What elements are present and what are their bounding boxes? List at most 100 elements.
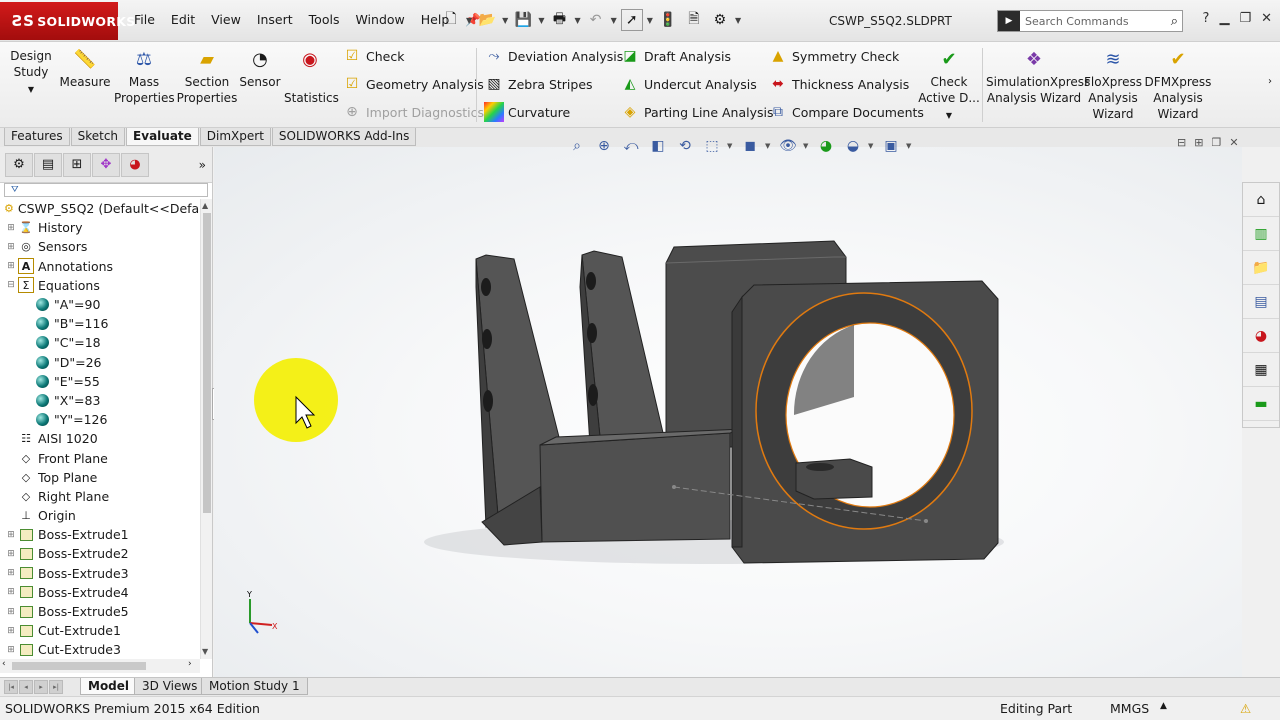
scroll-up-icon[interactable]: ▲	[202, 201, 208, 210]
search-commands-field[interactable]: ▶ Search Commands ⌕	[997, 10, 1183, 32]
tree-horizontal-scrollbar[interactable]: ‹ ›	[0, 659, 200, 673]
tab-evaluate[interactable]: Evaluate	[126, 128, 199, 146]
last-tab-icon[interactable]: ▸|	[49, 680, 63, 694]
statistics-button[interactable]: ◉ Statistics	[284, 48, 339, 106]
expand-tabs-icon[interactable]: »	[199, 158, 206, 172]
solidworks-logo[interactable]: ƧS SOLIDWORKS	[0, 2, 135, 40]
section-properties-button[interactable]: ▰ Section Properties	[176, 48, 238, 106]
compare-documents-button[interactable]: ⧉ Compare Documents	[768, 102, 924, 122]
tree-item-origin[interactable]: ⊥ Origin	[0, 506, 200, 525]
prev-tab-icon[interactable]: ◂	[19, 680, 33, 694]
import-diagnostics-button[interactable]: ⊕ Import Diagnostics	[342, 102, 484, 122]
first-tab-icon[interactable]: |◂	[4, 680, 18, 694]
scroll-down-icon[interactable]: ▼	[202, 647, 208, 656]
menu-window[interactable]: Window	[347, 12, 412, 28]
tree-root[interactable]: ⚙CSWP_S5Q2 (Default<<Default>	[0, 199, 200, 218]
sensor-button[interactable]: ◔ Sensor	[239, 48, 281, 90]
zoom-to-fit-icon[interactable]: ⌕	[565, 136, 589, 156]
tree-item-equation[interactable]: "C"=18	[0, 333, 200, 352]
expand-icon[interactable]: ⊞	[6, 223, 16, 233]
search-icon[interactable]: ⌕	[1171, 14, 1178, 29]
apply-scene-icon[interactable]: ◒	[841, 136, 865, 156]
select-arrow-icon[interactable]: ➚	[620, 9, 643, 31]
expand-icon[interactable]: ⊞	[6, 261, 16, 271]
options-icon[interactable]: ⚙	[709, 9, 731, 31]
next-tab-icon[interactable]: ▸	[34, 680, 48, 694]
menu-tools[interactable]: Tools	[301, 12, 348, 28]
dfmxpress-button[interactable]: ✔ DFMXpress Analysis Wizard	[1144, 48, 1212, 122]
dimxpertmanager-tab-icon[interactable]: ✥	[92, 152, 120, 177]
floxpress-button[interactable]: ≋ FloXpress Analysis Wizard	[1084, 48, 1142, 122]
measure-button[interactable]: 📏 Measure	[58, 48, 112, 90]
expand-icon[interactable]: ⊞	[6, 549, 16, 559]
tree-item-boss-extrude5[interactable]: ⊞ Boss-Extrude5	[0, 602, 200, 621]
print-icon[interactable]: 🖶	[548, 9, 570, 31]
check-button[interactable]: ☑ Check	[342, 46, 405, 66]
expand-icon[interactable]: ⊞	[6, 587, 16, 597]
check-active-document-button[interactable]: ✔ Check Active D... ▼	[918, 48, 980, 124]
undo-icon[interactable]: ↶	[585, 9, 607, 31]
tab-features[interactable]: Features	[4, 128, 70, 146]
tab-solidworks-add-ins[interactable]: SOLIDWORKS Add-Ins	[271, 128, 417, 146]
tree-item-history[interactable]: ⊞ ⌛ History	[0, 218, 200, 237]
hide-show-items-icon[interactable]: 👁	[776, 136, 800, 156]
tree-item-boss-extrude2[interactable]: ⊞ Boss-Extrude2	[0, 544, 200, 563]
file-properties-icon[interactable]: 🗎	[683, 9, 705, 31]
ribbon-scroll-right-icon[interactable]: ›	[1268, 76, 1272, 87]
tree-item-cut-extrude1[interactable]: ⊞ Cut-Extrude1	[0, 621, 200, 640]
zebra-stripes-button[interactable]: ▧ Zebra Stripes	[484, 74, 592, 94]
featuremanager-tab-icon[interactable]: ⚙	[5, 152, 33, 177]
propertymanager-tab-icon[interactable]: ▤	[34, 152, 62, 177]
open-folder-icon[interactable]: 📂	[476, 9, 498, 31]
design-library-icon[interactable]: ▥	[1243, 217, 1279, 251]
scroll-right-icon[interactable]: ›	[188, 659, 192, 669]
solidworks-forum-icon[interactable]: ▬	[1243, 387, 1279, 421]
custom-properties-icon[interactable]: ▦	[1243, 353, 1279, 387]
dynamic-annotation-icon[interactable]: ⟲	[673, 136, 697, 156]
tab-3d-views[interactable]: 3D Views	[134, 678, 206, 695]
tab-motion-study-1[interactable]: Motion Study 1	[201, 678, 308, 695]
collapse-icon[interactable]: ⊟	[6, 280, 16, 290]
tree-item-equation[interactable]: "Y"=126	[0, 410, 200, 429]
geometry-analysis-button[interactable]: ☑ Geometry Analysis	[342, 74, 484, 94]
expand-icon[interactable]: ⊞	[6, 626, 16, 636]
viewport-close-icon[interactable]: ✕	[1229, 136, 1238, 149]
rebuild-icon[interactable]: 🚦	[657, 9, 679, 31]
part-model-view[interactable]: Y X	[214, 147, 1242, 677]
configurationmanager-tab-icon[interactable]: ⊞	[63, 152, 91, 177]
tree-item-equation[interactable]: "A"=90	[0, 295, 200, 314]
tree-item-equation[interactable]: "B"=116	[0, 314, 200, 333]
close-button[interactable]: ✕	[1261, 11, 1272, 26]
help-icon[interactable]: ?	[1203, 11, 1210, 26]
tab-sketch[interactable]: Sketch	[70, 128, 126, 146]
solidworks-resources-icon[interactable]: ⌂	[1243, 183, 1279, 217]
graphics-area[interactable]: Y X	[214, 147, 1242, 677]
tree-item-boss-extrude1[interactable]: ⊞ Boss-Extrude1	[0, 525, 200, 544]
edit-appearance-icon[interactable]: ◕	[814, 136, 838, 156]
simulationxpress-button[interactable]: ❖ SimulationXpress Analysis Wizard	[986, 48, 1090, 106]
viewport-tile-icon[interactable]: ⊞	[1194, 136, 1203, 149]
draft-analysis-button[interactable]: ◪ Draft Analysis	[620, 46, 731, 66]
tree-item-cut-extrude3[interactable]: ⊞ Cut-Extrude3	[0, 640, 200, 657]
thickness-analysis-button[interactable]: ⬌ Thickness Analysis	[768, 74, 909, 94]
tree-item-equation[interactable]: "X"=83	[0, 391, 200, 410]
tree-item-equation[interactable]: "D"=26	[0, 353, 200, 372]
undercut-analysis-button[interactable]: ◭ Undercut Analysis	[620, 74, 757, 94]
tab-model[interactable]: Model	[80, 678, 138, 695]
menu-edit[interactable]: Edit	[163, 12, 203, 28]
tree-item-top-plane[interactable]: ◇ Top Plane	[0, 468, 200, 487]
viewport-restore-icon[interactable]: ❐	[1211, 136, 1221, 149]
section-view-icon[interactable]: ◧	[646, 136, 670, 156]
curvature-button[interactable]: Curvature	[484, 102, 570, 122]
parting-line-analysis-button[interactable]: ◈ Parting Line Analysis	[620, 102, 774, 122]
expand-icon[interactable]: ⊞	[6, 242, 16, 252]
displaymanager-tab-icon[interactable]: ◕	[121, 152, 149, 177]
new-document-icon[interactable]: 🗋	[440, 9, 462, 31]
symmetry-check-button[interactable]: ▲ Symmetry Check	[768, 46, 900, 66]
deviation-analysis-button[interactable]: ⤳ Deviation Analysis	[484, 46, 623, 66]
expand-icon[interactable]: ⊞	[6, 530, 16, 540]
menu-view[interactable]: View	[203, 12, 249, 28]
previous-view-icon[interactable]: ⤺	[619, 136, 643, 156]
display-style-icon[interactable]: ◼	[738, 136, 762, 156]
scroll-left-icon[interactable]: ‹	[2, 659, 6, 669]
